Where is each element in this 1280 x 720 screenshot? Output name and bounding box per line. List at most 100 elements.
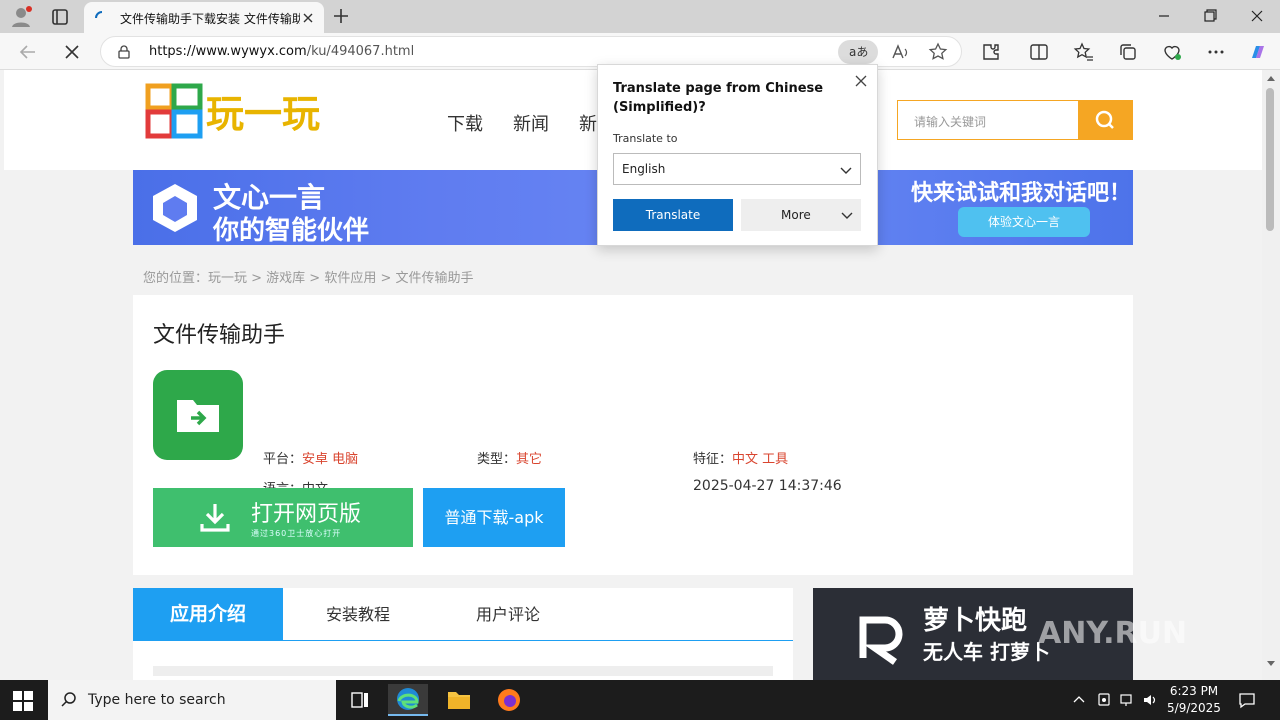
logo-text: 玩一玩 — [206, 92, 320, 136]
collections-icon[interactable] — [1116, 40, 1140, 64]
file-explorer-icon[interactable] — [439, 684, 479, 716]
type-value[interactable]: 其它 — [516, 452, 542, 467]
taskbar-search[interactable]: Type here to search — [48, 680, 336, 720]
network-icon[interactable] — [1119, 692, 1135, 708]
favorites-icon[interactable] — [1072, 40, 1096, 64]
url-host: https://www.wywyx.com — [149, 44, 307, 59]
chevron-down-icon — [840, 167, 852, 174]
scroll-down-icon[interactable] — [1266, 660, 1276, 668]
app-icon — [153, 370, 243, 460]
search-icon — [61, 692, 76, 707]
tab-app-intro[interactable]: 应用介绍 — [133, 588, 283, 641]
download-icon — [200, 504, 230, 532]
read-aloud-icon[interactable] — [889, 41, 911, 63]
profile-icon[interactable] — [8, 4, 36, 30]
close-popup-icon[interactable] — [853, 73, 869, 89]
nav-download[interactable]: 下载 — [447, 110, 483, 136]
notifications-icon[interactable] — [1238, 691, 1256, 709]
feature-label: 特征： — [693, 452, 733, 467]
tab-underline — [133, 640, 793, 641]
content-tabs: 应用介绍 安装教程 用户评论 — [133, 588, 793, 680]
browser-tab-bar: 文件传输助手下载安装 文件传输助手 — [0, 0, 1280, 33]
more-button-label: More — [781, 208, 811, 222]
active-tab[interactable]: 文件传输助手下载安装 文件传输助手 — [84, 2, 324, 33]
app-info-card: 文件传输助手 平台：安卓 电脑 类型：其它 特征：中文 工具 语言：中文 202… — [133, 295, 1133, 575]
platform-label: 平台： — [263, 452, 303, 467]
download-apk-button[interactable]: 普通下载-apk — [423, 488, 565, 547]
loading-spinner-icon — [94, 10, 110, 26]
restore-icon[interactable] — [1187, 4, 1233, 28]
platform-value[interactable]: 安卓 电脑 — [302, 452, 358, 467]
translate-popup: Translate page from Chinese (Simplified)… — [597, 64, 878, 246]
windows-start-icon[interactable] — [12, 690, 34, 712]
language-select-value: English — [622, 162, 666, 176]
copilot-icon[interactable] — [1246, 40, 1270, 64]
translate-heading: Translate page from Chinese (Simplified)… — [613, 81, 824, 115]
tab-title: 文件传输助手下载安装 文件传输助手 — [120, 12, 300, 26]
side-ad[interactable]: 萝卜快跑 无人车 打萝卜 ANY.RUN — [813, 588, 1187, 680]
close-tab-icon[interactable] — [299, 9, 317, 27]
settings-more-icon[interactable] — [1204, 40, 1228, 64]
meta-type: 类型：其它 — [477, 448, 542, 467]
windows-taskbar: Type here to search 6:23 PM 5/9/2025 — [0, 680, 1280, 720]
stop-loading-icon[interactable] — [60, 40, 84, 64]
app-title: 文件传输助手 — [153, 323, 286, 348]
open-web-sublabel: 通过360卫士放心打开 — [251, 529, 342, 538]
tab-install-guide[interactable]: 安装教程 — [283, 588, 433, 641]
open-web-button[interactable]: 打开网页版 通过360卫士放心打开 — [153, 488, 413, 547]
device-icon[interactable] — [1096, 692, 1112, 708]
scroll-up-icon[interactable] — [1266, 74, 1276, 82]
side-ad-line2: 无人车 打萝卜 — [923, 640, 1050, 664]
split-screen-icon[interactable] — [1027, 40, 1051, 64]
content-placeholder — [153, 666, 773, 676]
search-button[interactable] — [1078, 101, 1132, 139]
address-bar[interactable]: https://www.wywyx.com/ku/494067.html aあ — [100, 36, 962, 67]
url-text[interactable]: https://www.wywyx.com/ku/494067.html — [149, 44, 414, 59]
chevron-down-icon — [841, 212, 853, 219]
url-path: /ku/494067.html — [306, 44, 415, 59]
wenxin-logo-icon — [153, 184, 197, 232]
feature-value[interactable]: 中文 工具 — [732, 452, 788, 467]
open-web-label: 打开网页版 — [251, 502, 362, 527]
chevron-up-icon[interactable] — [1072, 693, 1086, 707]
banner-cta-button[interactable]: 体验文心一言 — [958, 207, 1090, 237]
breadcrumb[interactable]: 您的位置：玩一玩 > 游戏库 > 软件应用 > 文件传输助手 — [143, 267, 473, 286]
type-label: 类型： — [477, 452, 517, 467]
ad-logo-icon — [859, 616, 903, 665]
close-window-icon[interactable] — [1234, 4, 1280, 28]
new-tab-icon[interactable] — [330, 5, 352, 27]
language-select[interactable]: English — [613, 153, 861, 185]
site-search-box[interactable]: 请输入关键词 — [897, 100, 1133, 140]
search-icon — [1095, 110, 1114, 129]
system-clock[interactable]: 6:23 PM 5/9/2025 — [1166, 683, 1222, 717]
watermark: ANY.RUN — [1038, 616, 1188, 651]
meta-platform: 平台：安卓 电脑 — [263, 448, 358, 467]
firefox-icon[interactable] — [489, 684, 529, 716]
tab-actions-icon[interactable] — [46, 4, 74, 30]
translate-button[interactable]: Translate — [613, 199, 733, 231]
tab-user-reviews[interactable]: 用户评论 — [433, 588, 583, 641]
site-logo[interactable]: 玩一玩 — [144, 82, 354, 142]
edge-taskbar-icon[interactable] — [388, 684, 428, 716]
nav-news[interactable]: 新闻 — [513, 110, 549, 136]
translate-icon-glyph: aあ — [849, 45, 868, 59]
scrollbar-thumb[interactable] — [1266, 88, 1274, 231]
clock-time: 6:23 PM — [1169, 684, 1219, 698]
browser-essentials-icon[interactable] — [1160, 40, 1184, 64]
lock-icon[interactable] — [117, 45, 131, 59]
minimize-icon[interactable] — [1141, 4, 1187, 28]
favorite-star-icon[interactable] — [927, 41, 949, 63]
translate-page-icon[interactable]: aあ — [838, 40, 878, 64]
search-placeholder: 请输入关键词 — [914, 115, 987, 129]
page-scrollbar[interactable] — [1262, 70, 1280, 680]
banner-subtitle: 你的智能伙伴 — [213, 216, 370, 246]
task-view-icon[interactable] — [340, 684, 380, 716]
meta-feature: 特征：中文 工具 — [693, 448, 788, 467]
translate-to-label: Translate to — [613, 132, 678, 145]
volume-icon[interactable] — [1142, 692, 1158, 708]
back-icon[interactable] — [16, 40, 40, 64]
clock-date: 5/9/2025 — [1167, 701, 1221, 715]
more-button[interactable]: More — [741, 199, 861, 231]
nav-more-partial[interactable]: 新 — [579, 110, 597, 136]
extensions-icon[interactable] — [979, 40, 1003, 64]
